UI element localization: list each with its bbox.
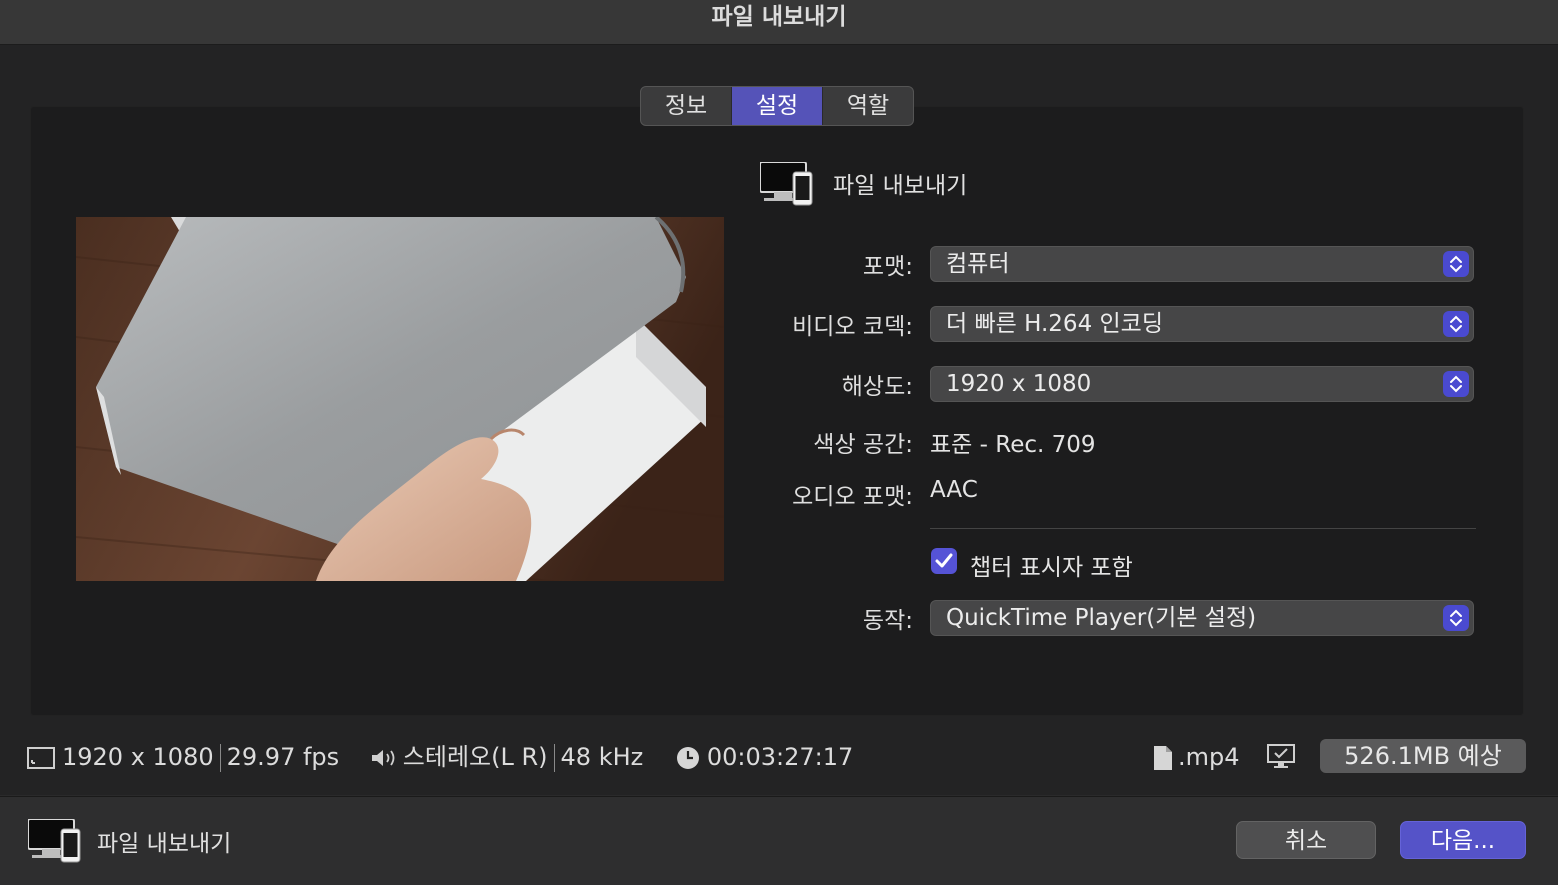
speaker-icon (371, 750, 395, 766)
estimated-size-badge: 526.1MB 예상 (1320, 739, 1526, 773)
info-sample-rate: 48 kHz (560, 743, 644, 771)
info-bar-left: 1920 x 1080 29.97 fps 스테레오(L R) 48 kHz 00:… (26, 740, 853, 774)
separator (219, 744, 221, 772)
chapter-markers-checkbox[interactable] (931, 548, 957, 574)
tab-info[interactable]: 정보 (641, 87, 732, 125)
action-popup[interactable]: QuickTime Player(기본 설정) (930, 600, 1474, 636)
info-audio-channels: 스테레오(L R) (402, 743, 548, 771)
document-icon (1154, 746, 1172, 770)
codec-popup[interactable]: 더 빠른 H.264 인코딩 (930, 306, 1474, 342)
resolution-popup[interactable]: 1920 x 1080 (930, 366, 1474, 402)
next-button[interactable]: 다음... (1400, 821, 1526, 859)
tab-settings[interactable]: 설정 (732, 87, 823, 125)
resolution-value: 1920 x 1080 (946, 371, 1092, 397)
info-fps: 29.97 fps (226, 743, 340, 771)
destination-title: 파일 내보내기 (833, 173, 968, 199)
display-icon (1267, 744, 1295, 768)
tab-roles[interactable]: 역할 (823, 87, 913, 125)
clock-icon (676, 747, 699, 769)
format-label: 포맷: (862, 254, 913, 280)
colorspace-value: 표준 - Rec. 709 (930, 432, 1096, 458)
computer-device-icon (760, 162, 813, 206)
audio-format-label: 오디오 포맷: (792, 484, 913, 510)
action-value: QuickTime Player(기본 설정) (946, 605, 1257, 631)
window-title: 파일 내보내기 (0, 0, 1558, 45)
audio-format-value: AAC (930, 477, 978, 503)
codec-value: 더 빠른 H.264 인코딩 (946, 311, 1163, 337)
divider (930, 528, 1476, 529)
format-popup[interactable]: 컴퓨터 (930, 246, 1474, 282)
preview-image (76, 217, 724, 581)
checkmark-icon (935, 553, 953, 568)
video-preview-thumbnail (76, 217, 724, 581)
info-duration: 00:03:27:17 (706, 743, 854, 771)
info-extension: .mp4 (1178, 743, 1240, 771)
action-label: 동작: (862, 608, 913, 634)
info-bar-right: .mp4 (1152, 740, 1240, 774)
tab-bar: 정보 설정 역할 (640, 86, 914, 126)
info-resolution: 1920 x 1080 (62, 743, 214, 771)
computer-device-icon (28, 819, 81, 863)
chevron-updown-icon (1443, 311, 1469, 337)
colorspace-label: 색상 공간: (813, 432, 913, 458)
cancel-button[interactable]: 취소 (1236, 821, 1376, 859)
chapter-markers-label[interactable]: 챕터 표시자 포함 (970, 548, 1133, 582)
chevron-updown-icon (1443, 251, 1469, 277)
format-value: 컴퓨터 (946, 251, 1010, 277)
chevron-updown-icon (1443, 605, 1469, 631)
resolution-label: 해상도: (841, 374, 913, 400)
resolution-frame-icon (27, 747, 55, 769)
chevron-updown-icon (1443, 371, 1469, 397)
footer-destination-label: 파일 내보내기 (97, 831, 232, 857)
separator (553, 744, 555, 772)
codec-label: 비디오 코덱: (792, 314, 913, 340)
